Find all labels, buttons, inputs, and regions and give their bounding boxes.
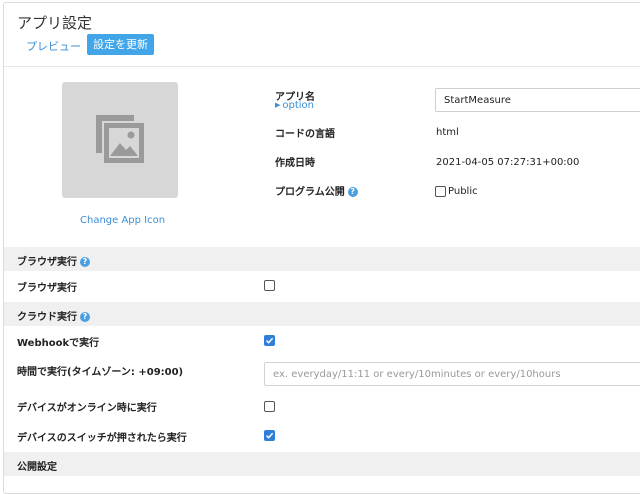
browser-run-label: ブラウザ実行: [17, 283, 77, 294]
online-run-label: デバイスがオンライン時に実行: [17, 403, 157, 414]
page-title: アプリ設定: [17, 14, 93, 32]
image-placeholder-icon: [96, 115, 144, 163]
public-settings-section-header: 公開設定: [4, 452, 640, 476]
online-run-checkbox[interactable]: [264, 401, 275, 412]
help-icon[interactable]: ?: [80, 257, 90, 267]
cloud-run-section-header: クラウド実行?: [4, 302, 640, 326]
code-language-value: html: [436, 127, 459, 138]
help-icon[interactable]: ?: [80, 312, 90, 322]
change-app-icon-link[interactable]: Change App Icon: [80, 215, 165, 226]
option-toggle[interactable]: ▶ option: [275, 100, 314, 111]
program-publish-label: プログラム公開?: [275, 183, 358, 198]
public-checkbox[interactable]: [435, 186, 446, 197]
app-name-input[interactable]: [435, 88, 640, 112]
browser-run-checkbox[interactable]: [264, 280, 275, 291]
public-section-title: 公開設定: [17, 462, 57, 473]
program-publish-text: プログラム公開: [275, 187, 345, 198]
preview-link[interactable]: プレビュー: [26, 38, 81, 54]
browser-run-section-header: ブラウザ実行?: [4, 247, 640, 271]
checkmark-icon: [265, 432, 274, 439]
created-date-label: 作成日時: [275, 158, 315, 169]
cloud-section-title-wrap: クラウド実行?: [17, 308, 90, 323]
caret-right-icon: ▶: [275, 101, 281, 109]
browser-section-title-wrap: ブラウザ実行?: [17, 253, 90, 268]
app-icon-placeholder[interactable]: [62, 82, 178, 198]
option-label: option: [282, 100, 315, 111]
checkmark-icon: [265, 337, 274, 344]
switch-run-label: デバイスのスイッチが押されたら実行: [17, 433, 187, 444]
created-date-value: 2021-04-05 07:27:31+00:00: [436, 157, 580, 168]
public-label: Public: [448, 186, 478, 197]
browser-section-title: ブラウザ実行: [17, 257, 77, 268]
webhook-label: Webhookで実行: [17, 338, 100, 349]
switch-run-checkbox[interactable]: [264, 430, 275, 441]
schedule-input[interactable]: [264, 362, 640, 386]
help-icon[interactable]: ?: [347, 187, 358, 197]
cloud-section-title: クラウド実行: [17, 312, 77, 323]
code-language-label: コードの言語: [275, 129, 335, 140]
update-settings-button[interactable]: 設定を更新: [87, 34, 154, 55]
header-divider: [4, 66, 640, 67]
webhook-checkbox[interactable]: [264, 335, 275, 346]
schedule-label: 時間で実行(タイムゾーン: +09:00): [17, 367, 184, 378]
